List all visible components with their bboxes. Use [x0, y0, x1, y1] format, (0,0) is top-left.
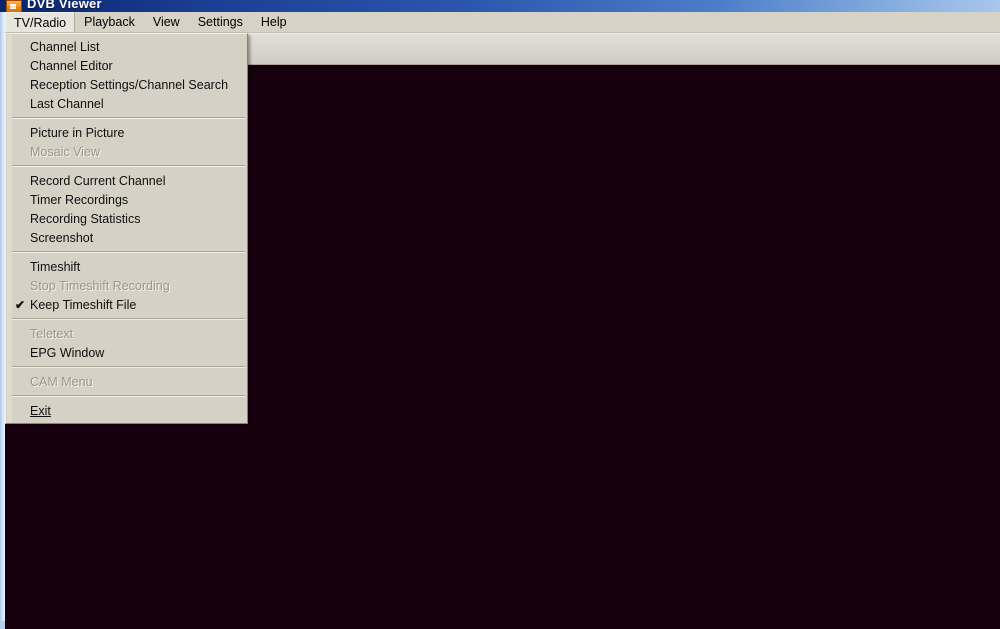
window-title: DVB Viewer: [27, 0, 102, 11]
menu-bar: TV/Radio Playback View Settings Help: [5, 12, 1000, 33]
menubar-item-view[interactable]: View: [144, 12, 189, 32]
menu-item-label: Stop Timeshift Recording: [30, 278, 170, 293]
menu-separator: [12, 395, 245, 397]
menu-item-label: Mosaic View: [30, 144, 100, 159]
menubar-item-settings[interactable]: Settings: [189, 12, 252, 32]
dvb-viewer-app-icon: [6, 0, 22, 12]
menu-item-label: Timeshift: [30, 259, 81, 274]
menubar-item-tv-radio[interactable]: TV/Radio: [5, 12, 76, 32]
menu-item-label: Screenshot: [30, 230, 94, 245]
menu-item[interactable]: Channel List: [6, 37, 247, 56]
menu-item[interactable]: EPG Window: [6, 343, 247, 362]
menu-item[interactable]: Reception Settings/Channel Search: [6, 75, 247, 94]
menu-separator: [12, 366, 245, 368]
menu-item: Stop Timeshift Recording: [6, 276, 247, 295]
menu-item[interactable]: Screenshot: [6, 228, 247, 247]
menu-item[interactable]: Last Channel: [6, 94, 247, 113]
menu-item[interactable]: Exit: [6, 401, 247, 420]
menu-separator: [12, 251, 245, 253]
menu-item[interactable]: Record Current Channel: [6, 171, 247, 190]
menu-item-label: Channel List: [30, 39, 100, 54]
menu-item: Mosaic View: [6, 142, 247, 161]
menubar-item-label: Settings: [197, 15, 243, 29]
menu-item-label: Keep Timeshift File: [30, 297, 137, 312]
menu-item-label: Last Channel: [30, 96, 104, 111]
menu-item[interactable]: Channel Editor: [6, 56, 247, 75]
menu-item-label: Picture in Picture: [30, 125, 125, 140]
menubar-item-label: View: [152, 15, 180, 29]
menu-item-label: Exit: [30, 403, 51, 418]
menubar-item-label: Playback: [84, 15, 135, 29]
menu-item[interactable]: Picture in Picture: [6, 123, 247, 142]
menu-item-label: Channel Editor: [30, 58, 113, 73]
checkmark-icon: ✔: [15, 297, 26, 312]
menu-item: CAM Menu: [6, 372, 247, 391]
menu-item-label: Recording Statistics: [30, 211, 141, 226]
menu-separator: [12, 165, 245, 167]
menubar-item-label: TV/Radio: [14, 15, 67, 30]
menu-item-label: CAM Menu: [30, 374, 93, 389]
menu-item[interactable]: ✔ Keep Timeshift File: [6, 295, 247, 314]
menu-item-label: Record Current Channel: [30, 173, 166, 188]
menubar-item-help[interactable]: Help: [252, 12, 296, 32]
dvb-viewer-window: DVB Viewer TV/Radio Playback View Settings H…: [0, 0, 1000, 629]
menubar-item-label: Help: [260, 15, 287, 29]
menu-item-label: Teletext: [30, 326, 74, 341]
menu-item[interactable]: Timeshift: [6, 257, 247, 276]
menu-item-label: Timer Recordings: [30, 192, 129, 207]
menu-item-label: Reception Settings/Channel Search: [30, 77, 229, 92]
menu-item[interactable]: Timer Recordings: [6, 190, 247, 209]
menubar-item-playback[interactable]: Playback: [75, 12, 144, 32]
menu-separator: [12, 117, 245, 119]
menu-item[interactable]: Recording Statistics: [6, 209, 247, 228]
menu-item-label: EPG Window: [30, 345, 105, 360]
tv-radio-dropdown-menu: Channel List Channel Editor Reception Sett…: [5, 33, 248, 424]
menu-separator: [12, 318, 245, 320]
menu-item: Teletext: [6, 324, 247, 343]
title-bar: DVB Viewer: [0, 0, 1000, 12]
